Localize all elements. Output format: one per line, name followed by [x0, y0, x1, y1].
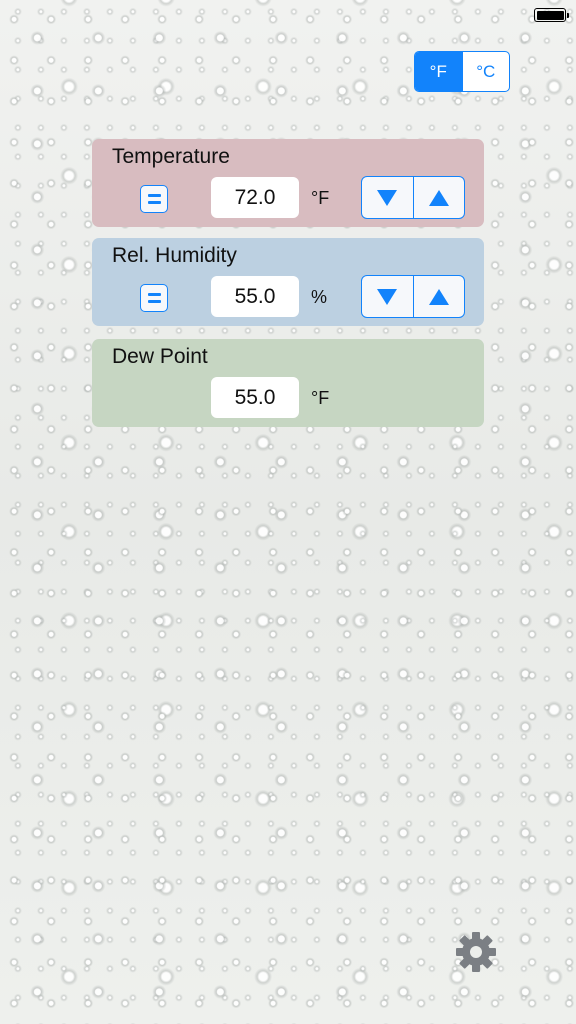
fahrenheit-segment[interactable]: °F — [415, 52, 462, 91]
triangle-down-icon — [377, 288, 398, 305]
humidity-unit: % — [311, 287, 328, 307]
battery-icon — [534, 8, 569, 22]
celsius-segment[interactable]: °C — [461, 52, 510, 91]
temperature-card: Temperature 72.0 °F — [92, 139, 484, 227]
humidity-decrement-button[interactable] — [362, 276, 413, 317]
humidity-increment-button[interactable] — [412, 276, 465, 317]
triangle-up-icon — [428, 189, 449, 206]
gear-icon[interactable] — [455, 931, 497, 973]
dew-point-value[interactable]: 55.0 — [211, 377, 299, 418]
temperature-title: Temperature — [112, 145, 230, 168]
dew-point-unit: °F — [311, 388, 330, 408]
humidity-stepper[interactable] — [361, 275, 465, 318]
battery-level — [536, 10, 564, 20]
equals-icon — [147, 293, 161, 303]
temperature-value[interactable]: 72.0 — [211, 177, 299, 218]
dew-point-card: Dew Point 55.0 °F — [92, 339, 484, 427]
unit-toggle[interactable]: °F °C — [414, 51, 510, 92]
triangle-down-icon — [377, 189, 398, 206]
equals-icon — [147, 194, 161, 204]
humidity-card: Rel. Humidity 55.0 % — [92, 238, 484, 326]
temperature-equals-button[interactable] — [140, 185, 168, 213]
temperature-increment-button[interactable] — [412, 177, 465, 218]
humidity-title: Rel. Humidity — [112, 244, 237, 267]
humidity-value[interactable]: 55.0 — [211, 276, 299, 317]
triangle-up-icon — [428, 288, 449, 305]
humidity-equals-button[interactable] — [140, 284, 168, 312]
temperature-decrement-button[interactable] — [362, 177, 413, 218]
temperature-unit: °F — [311, 188, 330, 208]
dew-point-title: Dew Point — [112, 345, 208, 368]
temperature-stepper[interactable] — [361, 176, 465, 219]
